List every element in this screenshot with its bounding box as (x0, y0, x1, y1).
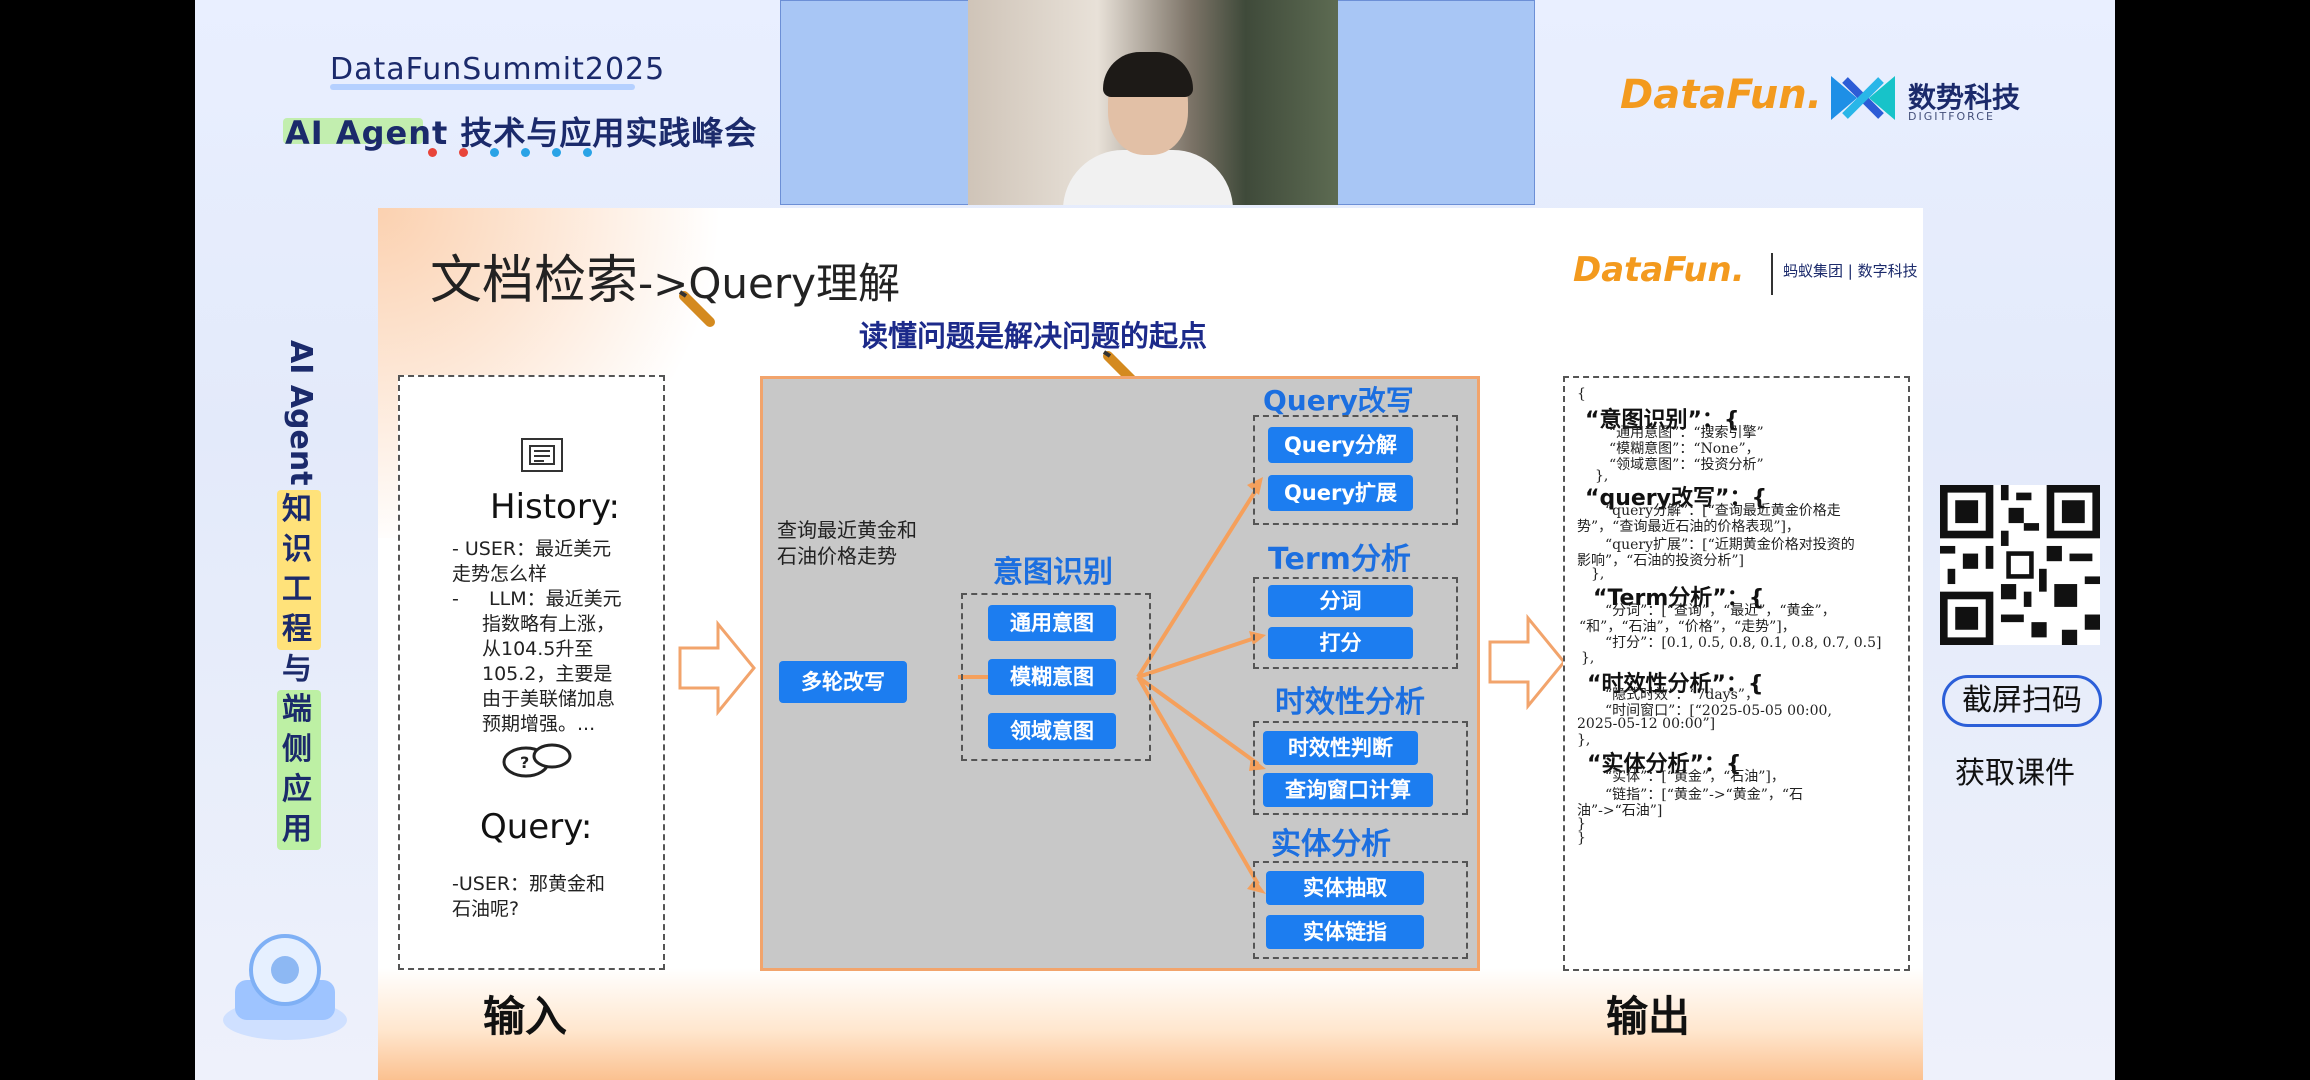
output-line: { (1577, 386, 1586, 402)
3d-decoration-icon (223, 934, 347, 1040)
side-title-char: 端 (282, 692, 312, 727)
intent-title: 意图识别 (993, 555, 1113, 590)
side-title-highlight-1: 知 识 工 程 (277, 490, 321, 650)
history-title: History: (490, 487, 620, 527)
dot (521, 148, 530, 157)
timeliness-title: 时效性分析 (1275, 685, 1425, 720)
side-title-conj: 与 (282, 652, 312, 687)
history-line: 从104.5升至 (482, 638, 594, 660)
output-line: }, (1581, 650, 1595, 666)
summit-title: DataFunSummit2025 (330, 52, 666, 87)
output-footer-label: 输出 (1605, 992, 1690, 1041)
presentation-slide: 文档检索->Query理解 DataFun. 蚂蚁集团 | 数字科技 读懂问题是… (378, 208, 1923, 1080)
qr-code-icon[interactable] (1940, 485, 2100, 645)
speaker-hair (1103, 52, 1193, 97)
term-analysis-title: Term分析 (1268, 542, 1411, 577)
output-line: 油”->“石油”] (1577, 803, 1663, 819)
timeliness-judge-button[interactable]: 时效性判断 (1263, 731, 1418, 765)
dot (490, 148, 499, 157)
dot (552, 148, 561, 157)
processing-panel: 查询最近黄金和 石油价格走势 多轮改写 意图识别 通用意图 模糊意图 领域意图 … (760, 376, 1480, 971)
qr-subcaption: 获取课件 (1955, 756, 2075, 791)
pencil-icon (678, 290, 715, 327)
history-line: 走势怎么样 (452, 563, 548, 585)
side-title-char: 识 (282, 532, 312, 567)
query-title: Query: (480, 807, 593, 847)
intent-general-button[interactable]: 通用意图 (988, 605, 1116, 641)
dot (583, 148, 592, 157)
digitforce-subname: DIGITFORCE (1908, 110, 1995, 123)
query-expand-button[interactable]: Query扩展 (1268, 475, 1413, 511)
output-line: “打分”：[0.1, 0.5, 0.8, 0.1, 0.8, 0.7, 0.5] (1605, 635, 1882, 651)
side-title-char: 侧 (282, 732, 312, 767)
document-icon (521, 438, 563, 472)
slide-title: 文档检索->Query理解 (430, 238, 900, 313)
speaker-video[interactable] (968, 0, 1338, 205)
dot (459, 148, 468, 157)
input-footer-label: 输入 (483, 992, 568, 1041)
output-panel: {“意图识别”：{“通用意图”：“搜索引擎” “模糊意图”：“None”， “领域意… (1563, 376, 1910, 971)
tokenize-button[interactable]: 分词 (1268, 585, 1413, 617)
slide-ant-logo: 蚂蚁集团 | 数字科技 (1783, 262, 1918, 280)
slide-title-main: 文档检索 (430, 251, 639, 311)
side-title: AI Agent 知 识 工 程 与 端 侧 应 用 (277, 340, 321, 850)
side-title-char: 程 (282, 612, 312, 647)
history-line: 预期增强。... (482, 713, 596, 735)
query-line: -USER：那黄金和 (452, 873, 606, 895)
output-line: 势”，“查询最近石油的价格表现”]， (1577, 519, 1800, 535)
multi-rewrite-button[interactable]: 多轮改写 (779, 661, 907, 703)
side-title-char: 知 (282, 492, 312, 527)
slide-glow-bottom (378, 968, 1923, 1080)
arrow-right-icon (1488, 614, 1566, 710)
query-rewrite-title: Query改写 (1263, 384, 1414, 417)
query-decompose-button[interactable]: Query分解 (1268, 427, 1413, 463)
entity-analysis-title: 实体分析 (1271, 827, 1391, 862)
side-title-latin: AI Agent (283, 340, 318, 486)
qr-caption: 截屏扫码 (1942, 675, 2102, 727)
history-line: 指数略有上涨， (482, 613, 616, 635)
output-line: “领域意图”：“投资分析” (1609, 457, 1764, 473)
svg-text:?: ? (520, 753, 529, 772)
side-title-highlight-2: 端 侧 应 用 (277, 690, 321, 850)
side-title-char: 应 (282, 772, 312, 807)
history-line: - USER：最近美元 (452, 538, 612, 560)
chat-bubbles-icon: ? (502, 743, 572, 778)
history-line: 105.2，主要是 (482, 663, 613, 685)
entity-link-button[interactable]: 实体链指 (1266, 915, 1424, 949)
query-line: 石油呢? (452, 898, 520, 920)
side-title-char: 工 (282, 572, 312, 607)
score-button[interactable]: 打分 (1268, 627, 1413, 659)
query-text-line: 石油价格走势 (777, 544, 897, 568)
intent-fuzzy-button[interactable]: 模糊意图 (988, 659, 1116, 695)
query-text-line: 查询最近黄金和 (777, 518, 917, 542)
output-line: 2025-05-12 00:00”] (1577, 716, 1716, 732)
slide-logo-divider (1771, 253, 1773, 295)
slide-subtitle: 读懂问题是解决问题的起点 (858, 319, 1207, 353)
side-title-char: 用 (282, 812, 312, 847)
speaker-shirt (1063, 150, 1233, 205)
forum-dots (428, 142, 614, 161)
query-window-button[interactable]: 查询窗口计算 (1263, 773, 1433, 807)
output-line: “实体”：[“黄金”，“石油”]， (1605, 769, 1785, 785)
digitforce-logo-icon (1831, 76, 1895, 120)
entity-extract-button[interactable]: 实体抽取 (1266, 871, 1424, 905)
arrow-right-icon (678, 620, 756, 716)
history-line: - LLM：最近美元 (452, 588, 622, 610)
output-line: } (1577, 830, 1586, 846)
datafun-logo: DataFun. (1620, 72, 1822, 118)
input-panel: History: - USER：最近美元 走势怎么样 - LLM：最近美元 指数… (398, 375, 665, 970)
conference-stage: DataFunSummit2025 AI Agent 技术与应用实践峰会 Dat… (195, 0, 2115, 1080)
dot (428, 148, 437, 157)
intent-domain-button[interactable]: 领域意图 (988, 713, 1116, 749)
history-line: 由于美联储加息 (482, 688, 616, 710)
slide-datafun-logo: DataFun. (1573, 250, 1745, 290)
